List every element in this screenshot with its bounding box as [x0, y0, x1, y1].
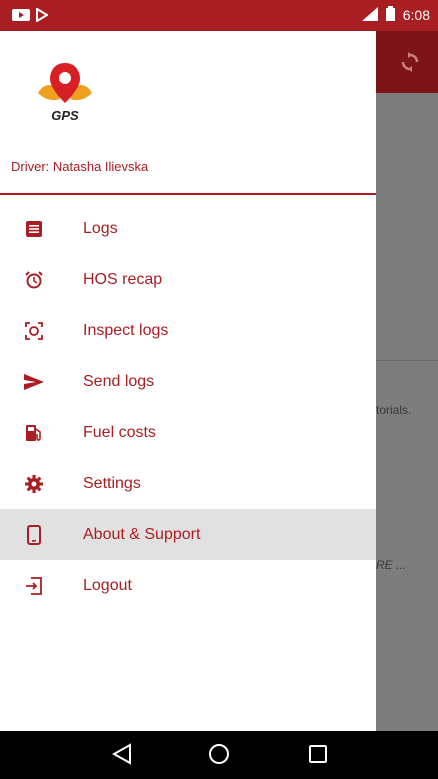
menu-item-logout[interactable]: Logout	[0, 560, 376, 611]
menu-item-inspect-logs[interactable]: Inspect logs	[0, 305, 376, 356]
menu-item-about-support[interactable]: About & Support	[0, 509, 376, 560]
drawer-divider	[0, 193, 376, 195]
menu-item-fuel-costs[interactable]: Fuel costs	[0, 407, 376, 458]
app-logo: GPS	[30, 57, 100, 127]
play-store-icon	[36, 7, 49, 27]
back-button[interactable]	[111, 743, 132, 770]
home-button[interactable]	[208, 743, 230, 770]
navigation-drawer: GPS Driver: Natasha Ilievska Logs HOS re…	[0, 31, 376, 731]
recents-button[interactable]	[308, 744, 328, 769]
content-divider	[376, 360, 438, 361]
driver-name: Driver: Natasha Ilievska	[11, 159, 149, 174]
status-bar: 6:08	[0, 0, 438, 31]
menu-label: Inspect logs	[83, 321, 169, 339]
phone-icon	[24, 524, 44, 545]
menu-label: Fuel costs	[83, 423, 156, 441]
svg-text:GPS: GPS	[51, 108, 79, 123]
send-icon	[24, 372, 44, 392]
menu-label: HOS recap	[83, 270, 163, 288]
logout-icon	[24, 576, 44, 596]
menu-label: About & Support	[83, 525, 201, 543]
drawer-menu: Logs HOS recap Inspect logs Send logs Fu…	[0, 203, 376, 611]
menu-label: Settings	[83, 474, 141, 492]
video-icon	[12, 8, 30, 27]
background-text: RE ...	[376, 558, 407, 572]
list-icon	[24, 219, 44, 239]
menu-item-logs[interactable]: Logs	[0, 203, 376, 254]
battery-icon	[385, 6, 395, 24]
status-time: 6:08	[402, 7, 430, 23]
refresh-icon[interactable]	[400, 52, 420, 78]
signal-icon	[361, 6, 378, 24]
fuel-icon	[24, 423, 44, 443]
alarm-clock-icon	[24, 270, 44, 290]
menu-item-settings[interactable]: Settings	[0, 458, 376, 509]
inspect-icon	[24, 321, 44, 341]
menu-label: Logs	[83, 219, 118, 237]
background-text: torials.	[376, 403, 412, 417]
menu-label: Send logs	[83, 372, 155, 390]
menu-item-hos-recap[interactable]: HOS recap	[0, 254, 376, 305]
system-nav-bar	[0, 731, 438, 779]
gear-icon	[24, 474, 44, 494]
menu-label: Logout	[83, 576, 132, 594]
menu-item-send-logs[interactable]: Send logs	[0, 356, 376, 407]
